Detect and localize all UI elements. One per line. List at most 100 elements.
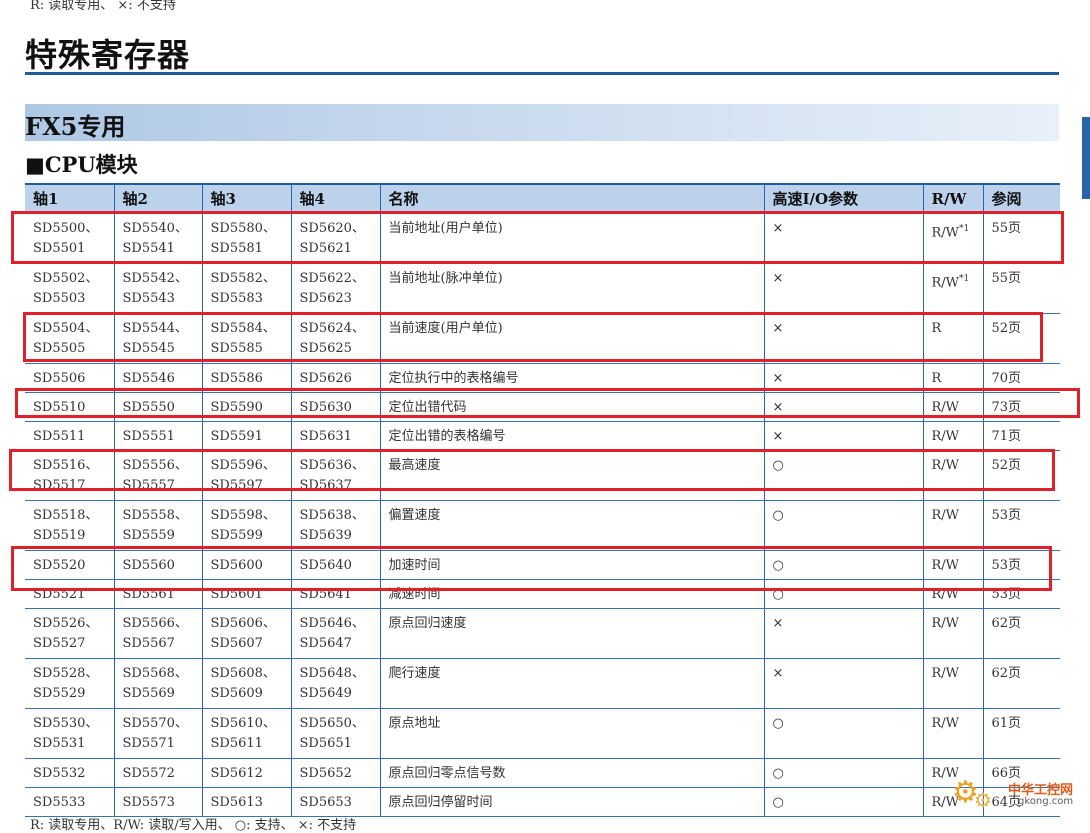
register-address: SD5599 — [210, 528, 263, 543]
cell-rw-text: R/W — [931, 716, 960, 731]
register-address: SD5529 — [33, 686, 86, 701]
register-address: SD5598、 — [210, 508, 276, 523]
cell-name-text: 原点回归零点信号数 — [388, 766, 506, 781]
register-address: SD5545 — [122, 341, 175, 356]
register-address: SD5510 — [33, 400, 86, 415]
cell-reference-text: 55页 — [991, 221, 1022, 236]
cell-axis4: SD5626 — [290, 363, 380, 393]
cell-axis4: SD5646、 SD5647 — [290, 608, 380, 659]
cell-axis1: SD5532 — [25, 758, 114, 788]
register-address: SD5583 — [210, 291, 263, 306]
cell-axis2: SD5550 — [113, 392, 202, 422]
register-address: SD5569 — [122, 686, 175, 701]
register-address: SD5625 — [299, 341, 352, 356]
cell-name: 加速时间 — [379, 550, 764, 580]
cell-axis3: SD5610、 SD5611 — [201, 708, 291, 759]
cell-rw: R/W — [922, 708, 983, 759]
cell-axis4: SD5648、 SD5649 — [290, 658, 380, 709]
cell-rw: R/W — [922, 579, 983, 609]
register-address: SD5546 — [122, 371, 175, 386]
cell-axis4: SD5652 — [290, 758, 380, 788]
register-address: SD5609 — [210, 686, 263, 701]
cell-reference-text: 61页 — [991, 716, 1022, 731]
cell-name-text: 定位出错的表格编号 — [388, 429, 506, 444]
cell-hsio: × — [763, 313, 923, 364]
cell-axis2: SD5540、 SD5541 — [113, 213, 202, 264]
cell-name-text: 加速时间 — [388, 558, 441, 573]
register-table: 轴1 轴2 轴3 轴4 名称 高速I/O参数 R/W 参阅 SD5500、 SD5… — [25, 183, 1060, 817]
cell-axis2: SD5572 — [113, 758, 202, 788]
header-hsio-param: 高速I/O参数 — [763, 183, 923, 214]
cell-axis4: SD5622、 SD5623 — [290, 263, 380, 314]
register-address: SD5531 — [33, 736, 86, 751]
cell-reference: 62页 — [982, 608, 1060, 659]
register-address: SD5584、 — [210, 321, 276, 336]
header-rw: R/W — [922, 183, 983, 214]
cell-axis3: SD5600 — [201, 550, 291, 580]
register-address: SD5533 — [33, 795, 86, 810]
register-address: SD5640 — [299, 558, 352, 573]
register-address: SD5511 — [33, 429, 86, 444]
cell-hsio: × — [763, 392, 923, 422]
cell-rw-text: R/W — [931, 400, 960, 415]
cell-rw: R/W — [922, 608, 983, 659]
cell-name: 当前地址(用户单位) — [379, 213, 764, 264]
cell-axis2: SD5566、 SD5567 — [113, 608, 202, 659]
cell-axis4: SD5653 — [290, 787, 380, 817]
register-address: SD5521 — [33, 587, 86, 602]
cell-name: 原点回归停留时间 — [379, 787, 764, 817]
register-address: SD5502、 — [33, 271, 99, 286]
register-address: SD5653 — [299, 795, 352, 810]
cell-hsio: ○ — [763, 579, 923, 609]
cell-rw: R/W — [922, 550, 983, 580]
table-row: SD5528、 SD5529 SD5568、 SD5569 SD5608、 SD5609 S… — [25, 658, 1060, 709]
cell-axis4: SD5631 — [290, 421, 380, 451]
cell-reference-text: 55页 — [991, 271, 1022, 286]
cell-name-text: 当前地址(脉冲单位) — [388, 271, 503, 286]
cell-axis2: SD5560 — [113, 550, 202, 580]
cell-name: 当前速度(用户单位) — [379, 313, 764, 364]
cell-axis3: SD5612 — [201, 758, 291, 788]
cell-hsio-text: × — [772, 400, 784, 415]
cell-axis4: SD5650、 SD5651 — [290, 708, 380, 759]
register-address: SD5544、 — [122, 321, 188, 336]
register-address: SD5542、 — [122, 271, 188, 286]
register-address: SD5623 — [299, 291, 352, 306]
register-address: SD5567 — [122, 636, 175, 651]
register-address: SD5526、 — [33, 616, 99, 631]
cell-axis3: SD5590 — [201, 392, 291, 422]
cell-reference: 53页 — [982, 550, 1060, 580]
cell-axis4: SD5630 — [290, 392, 380, 422]
register-address: SD5651 — [299, 736, 352, 751]
cell-axis2: SD5551 — [113, 421, 202, 451]
cell-axis4: SD5636、 SD5637 — [290, 450, 380, 501]
cell-reference-text: 53页 — [991, 587, 1022, 602]
page-title: 特殊寄存器 — [25, 36, 191, 74]
cell-hsio-text: × — [772, 371, 784, 386]
cell-name-text: 定位出错代码 — [388, 400, 467, 415]
cell-hsio-text: ○ — [772, 766, 784, 781]
register-address: SD5550 — [122, 400, 175, 415]
cell-axis1: SD5504、 SD5505 — [25, 313, 114, 364]
register-address: SD5559 — [122, 528, 175, 543]
cell-axis2: SD5573 — [113, 787, 202, 817]
cell-axis3: SD5601 — [201, 579, 291, 609]
register-address: SD5505 — [33, 341, 86, 356]
cell-axis1: SD5500、 SD5501 — [25, 213, 114, 264]
register-address: SD5580、 — [210, 221, 276, 236]
cell-axis1: SD5530、 SD5531 — [25, 708, 114, 759]
cell-rw: R/W — [922, 392, 983, 422]
cell-name: 当前地址(脉冲单位) — [379, 263, 764, 314]
cell-axis3: SD5584、 SD5585 — [201, 313, 291, 364]
cell-axis1: SD5526、 SD5527 — [25, 608, 114, 659]
cell-reference: 71页 — [982, 421, 1060, 451]
register-address: SD5611 — [210, 736, 263, 751]
side-chapter-tab[interactable] — [1082, 117, 1090, 199]
cell-axis1: SD5520 — [25, 550, 114, 580]
cell-hsio-text: ○ — [772, 558, 784, 573]
register-address: SD5561 — [122, 587, 175, 602]
top-legend-note: R: 读取专用、 ×: 不支持 — [30, 0, 176, 13]
register-address: SD5506 — [33, 371, 86, 386]
title-rule — [25, 72, 1059, 75]
cell-name: 原点回归零点信号数 — [379, 758, 764, 788]
